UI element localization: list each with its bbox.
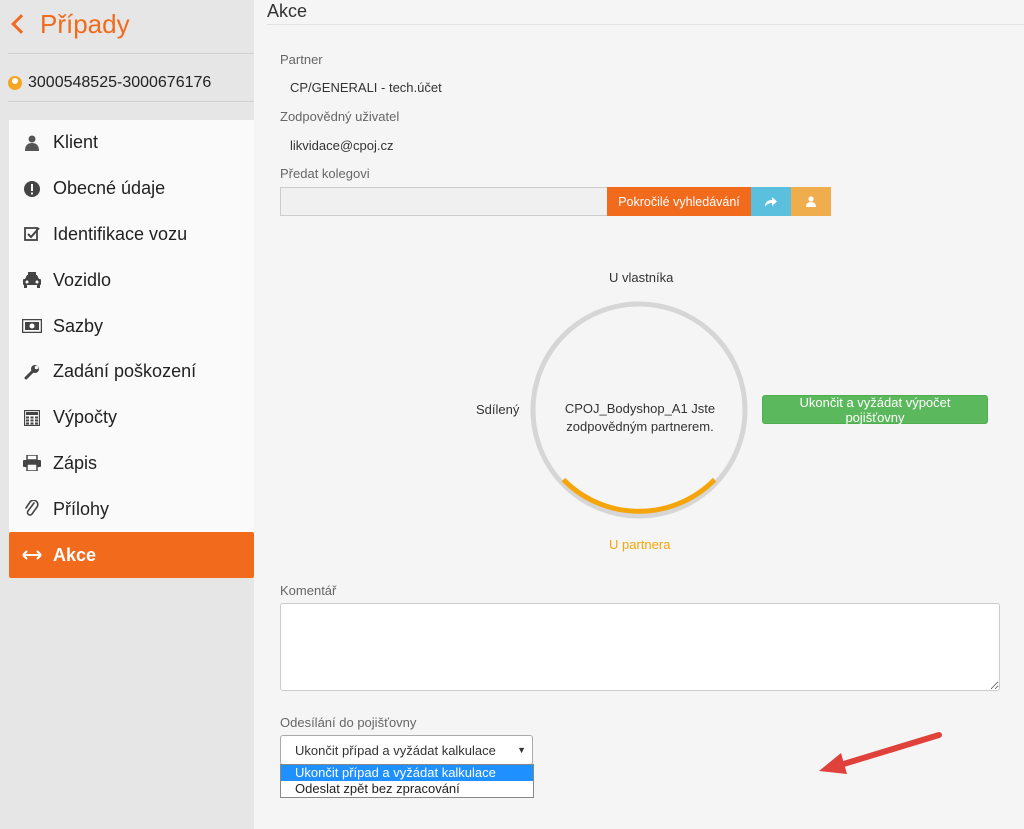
- ring-center-text: CPOJ_Bodyshop_A1 Jste zodpovědným partne…: [564, 401, 716, 434]
- sidebar-item-label: Přílohy: [53, 498, 110, 519]
- sidebar-item-klient[interactable]: Klient: [9, 120, 254, 166]
- sidebar-item-zapis[interactable]: Zápis: [9, 441, 254, 487]
- partner-value: CP/GENERALI - tech.účet: [290, 80, 442, 95]
- sidebar-item-label: Akce: [53, 544, 97, 565]
- sidebar-item-label: Sazby: [53, 315, 104, 336]
- chevron-left-icon: [11, 14, 31, 34]
- assign-user-button[interactable]: [791, 187, 831, 216]
- money-icon: [21, 319, 43, 334]
- paperclip-icon: [21, 500, 43, 518]
- sidebar-item-label: Klient: [53, 132, 99, 153]
- wrench-icon: [21, 364, 43, 380]
- responsible-user-value: likvidace@cpoj.cz: [290, 138, 394, 153]
- sidebar-item-label: Zápis: [53, 452, 98, 473]
- send-options-dropdown: Ukončit případ a vyžádat kalkulace Odesl…: [280, 764, 534, 798]
- comment-textarea[interactable]: [280, 603, 1000, 691]
- sidebar-item-zadani-poskozeni[interactable]: Zadání poškození: [9, 349, 254, 395]
- back-to-cases-link[interactable]: Případy: [10, 6, 130, 42]
- send-to-insurer-label: Odesílání do pojišťovny: [280, 715, 417, 730]
- send-to-insurer-select[interactable]: Ukončit případ a vyžádat kalkulace ▼: [280, 735, 533, 765]
- exclamation-circle-icon: [21, 180, 43, 197]
- case-id-text: 3000548525-3000676176: [28, 74, 212, 91]
- sidebar-item-vozidlo[interactable]: Vozidlo: [9, 257, 254, 303]
- ring-label-shared: Sdílený: [476, 402, 520, 417]
- user-avatar-icon: [8, 76, 22, 90]
- sidebar-item-label: Vozidlo: [53, 269, 112, 290]
- responsible-user-label: Zodpovědný uživatel: [280, 109, 400, 124]
- partner-label: Partner: [280, 52, 323, 67]
- arrows-horizontal-icon: [21, 550, 43, 560]
- title-divider: [267, 24, 1024, 25]
- sidebar-item-label: Výpočty: [53, 407, 118, 428]
- sidebar-item-identifikace-vozu[interactable]: Identifikace vozu: [9, 212, 254, 258]
- divider: [8, 101, 254, 102]
- sidebar-item-label: Identifikace vozu: [53, 223, 188, 244]
- ring-label-partner: U partnera: [609, 537, 671, 552]
- send-option-return[interactable]: Odeslat zpět bez zpracování: [281, 781, 533, 797]
- comment-label: Komentář: [280, 583, 337, 598]
- sidebar-item-label: Zadání poškození: [53, 361, 197, 382]
- send-option-finish-calc[interactable]: Ukončit případ a vyžádat kalkulace: [281, 765, 533, 781]
- sidebar-nav: Klient Obecné údaje Identifikace vozu Vo…: [9, 120, 254, 578]
- share-button[interactable]: [751, 187, 791, 216]
- annotation-arrow: [819, 732, 942, 774]
- case-id: 3000548525-3000676176: [8, 72, 211, 94]
- share-arrow-icon: [765, 196, 777, 207]
- handover-label: Předat kolegovi: [280, 166, 370, 181]
- sidebar-item-vypocty[interactable]: Výpočty: [9, 395, 254, 441]
- car-icon: [21, 272, 43, 289]
- colleague-input[interactable]: [280, 187, 607, 216]
- checkbox-icon: [21, 226, 43, 242]
- page-title: Akce: [267, 1, 308, 21]
- advanced-search-button[interactable]: Pokročilé vyhledávání: [607, 187, 751, 216]
- sidebar: Případy 3000548525-3000676176 Klient Obe…: [0, 0, 254, 829]
- user-icon: [21, 135, 43, 151]
- finish-request-calculation-button[interactable]: Ukončit a vyžádat výpočet pojišťovny: [762, 395, 988, 425]
- select-value: Ukončit případ a vyžádat kalkulace: [295, 742, 496, 758]
- ring-label-owner: U vlastníka: [609, 270, 674, 285]
- main-panel: Akce Partner CP/GENERALI - tech.účet Zod…: [254, 0, 1024, 829]
- user-icon: [806, 196, 816, 207]
- divider: [8, 53, 254, 54]
- calculator-icon: [21, 409, 43, 426]
- ring-active-segment: [561, 477, 717, 514]
- back-label: Případy: [40, 8, 130, 39]
- printer-icon: [21, 455, 43, 472]
- caret-down-icon: ▼: [517, 745, 526, 755]
- sidebar-item-obecne-udaje[interactable]: Obecné údaje: [9, 166, 254, 212]
- sidebar-item-prilohy[interactable]: Přílohy: [9, 486, 254, 532]
- sidebar-item-sazby[interactable]: Sazby: [9, 303, 254, 349]
- sidebar-item-akce[interactable]: Akce: [9, 532, 254, 578]
- sidebar-item-label: Obecné údaje: [53, 178, 166, 199]
